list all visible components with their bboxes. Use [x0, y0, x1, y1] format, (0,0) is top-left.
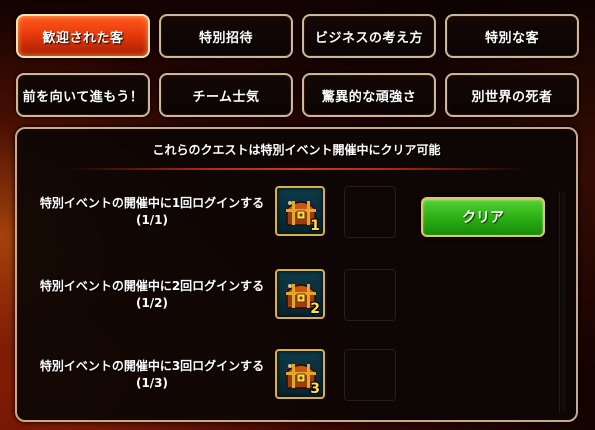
quest-row: 特別イベントの開催中に3回ログインする (1/3) 3 — [17, 341, 562, 411]
tab-business-mindset[interactable]: ビジネスの考え方 — [302, 14, 436, 58]
reward-count: 1 — [310, 218, 320, 234]
tab-special-invitation[interactable]: 特別招待 — [159, 14, 293, 58]
quest-text: 特別イベントの開催中に1回ログインする (1/1) — [27, 192, 277, 232]
claim-button[interactable]: クリア — [421, 197, 545, 237]
tab-special-guest[interactable]: 特別な客 — [445, 14, 579, 58]
tab-label: 驚異的な頑強さ — [321, 89, 417, 105]
panel-header: これらのクエストは特別イベント開催中にクリア可能 — [152, 142, 441, 157]
tab-label: 特別な客 — [484, 30, 539, 46]
quest-progress: (1/2) — [135, 296, 169, 310]
tab-label: ビジネスの考え方 — [314, 30, 423, 46]
quest-progress: (1/3) — [135, 376, 169, 390]
quest-description: 特別イベントの開催中に2回ログインする — [39, 279, 265, 293]
quest-category-tabs: 歓迎された客 特別招待 ビジネスの考え方 特別な客 前を向いて進もう！ チーム士… — [0, 0, 595, 120]
reward-count: 3 — [310, 381, 320, 397]
empty-reward-slot — [344, 186, 396, 238]
quest-panel: これらのクエストは特別イベント開催中にクリア可能 特別イベントの開催中に1回ログ… — [15, 127, 578, 422]
tab-move-forward[interactable]: 前を向いて進もう！ — [16, 73, 150, 117]
quest-row: 特別イベントの開催中に2回ログインする (1/2) 2 — [17, 261, 562, 331]
tab-label: 別世界の死者 — [471, 89, 553, 105]
header-divider — [67, 168, 527, 170]
tab-otherworld-dead[interactable]: 別世界の死者 — [445, 73, 579, 117]
quest-list-scrollbar[interactable] — [559, 191, 567, 413]
quest-description: 特別イベントの開催中に1回ログインする — [39, 196, 265, 210]
tab-welcomed-guest[interactable]: 歓迎された客 — [16, 14, 150, 58]
quest-text: 特別イベントの開催中に2回ログインする (1/2) — [27, 275, 277, 315]
reward-slot[interactable]: 3 — [275, 349, 325, 399]
reward-count: 2 — [310, 301, 320, 317]
tab-label: 前を向いて進もう！ — [22, 89, 144, 105]
tab-label: チーム士気 — [192, 89, 260, 105]
quest-text: 特別イベントの開催中に3回ログインする (1/3) — [27, 355, 277, 395]
reward-slot[interactable]: 2 — [275, 269, 325, 319]
scroll-thumb[interactable] — [561, 191, 566, 413]
tab-label: 特別招待 — [198, 30, 253, 46]
empty-reward-slot — [344, 349, 396, 401]
quest-description: 特別イベントの開催中に3回ログインする — [39, 359, 265, 373]
tab-team-morale[interactable]: チーム士気 — [159, 73, 293, 117]
tab-label: 歓迎された客 — [42, 30, 124, 46]
reward-slot[interactable]: 1 — [275, 186, 325, 236]
tab-amazing-toughness[interactable]: 驚異的な頑強さ — [302, 73, 436, 117]
quest-progress: (1/1) — [135, 213, 169, 227]
empty-reward-slot — [344, 269, 396, 321]
